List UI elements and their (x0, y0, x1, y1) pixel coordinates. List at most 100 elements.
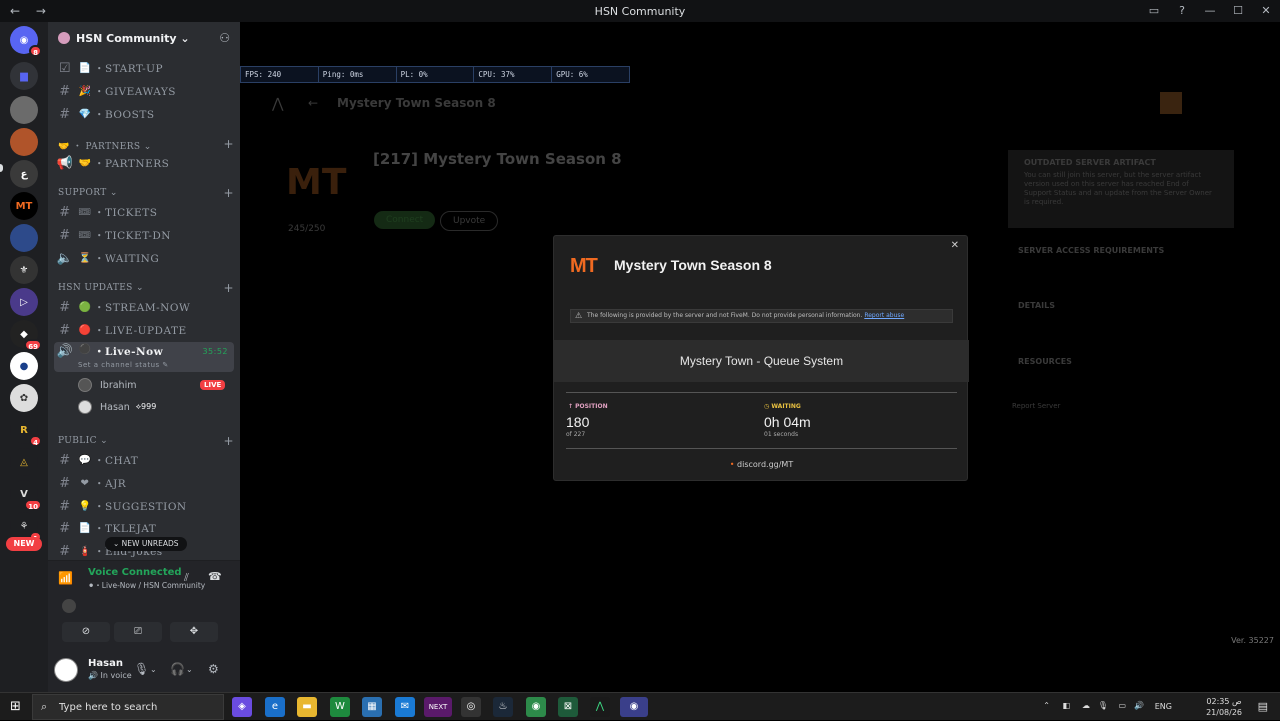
channel-waiting[interactable]: 🔈 ⏳ ・WAITING (54, 248, 234, 268)
category-partners[interactable]: 🤝 ・ PARTNERS ⌄ + (58, 137, 234, 152)
signal-icon[interactable]: 📶 (58, 571, 73, 585)
avatar[interactable] (62, 599, 76, 613)
store-icon[interactable]: ▦ (362, 697, 382, 717)
camera-button[interactable]: ⊘ (62, 622, 110, 642)
activities-button[interactable]: ✥ (170, 622, 218, 642)
guild-icon[interactable]: ⚘1 (10, 512, 42, 543)
category-hsn-updates[interactable]: HSN UPDATES ⌄ + (58, 281, 234, 295)
guild-icon[interactable]: ● (10, 352, 38, 380)
voice-user[interactable]: Ibrahim LIVE (78, 376, 226, 394)
chevron-down-icon[interactable]: ⌄ (186, 665, 193, 674)
close-button[interactable]: ✕ (1252, 0, 1280, 22)
app-icon[interactable]: W (330, 697, 350, 717)
discord-link[interactable]: • discord.gg/MT (554, 460, 969, 469)
outlook-icon[interactable]: ✉ (395, 697, 415, 717)
new-unreads-button[interactable]: ⌄ NEW UNREADS (105, 537, 187, 551)
discord-link-text[interactable]: discord.gg/MT (737, 460, 793, 469)
server-header[interactable]: HSN Community ⌄ ⚇ (48, 22, 240, 54)
language-indicator[interactable]: ENG (1155, 702, 1172, 711)
user-avatar[interactable] (54, 658, 78, 682)
add-channel-icon[interactable]: + (224, 434, 234, 448)
tray-chevron-icon[interactable]: ⌃ (1043, 701, 1050, 710)
guild-icon[interactable]: V 10 (10, 480, 42, 511)
chrome-icon[interactable]: ◉ (526, 697, 546, 717)
discord-home-icon[interactable]: ◉ 8 (10, 26, 42, 57)
notification-center-icon[interactable]: ▤ (1258, 700, 1268, 713)
screenshare-button[interactable]: ⎚ (114, 622, 162, 642)
noise-suppression-icon[interactable]: ⫽ (184, 571, 189, 585)
add-channel-icon[interactable]: + (224, 281, 234, 295)
guild-icon[interactable]: ▷ (10, 288, 38, 316)
gear-icon[interactable]: ⚙ (208, 662, 219, 676)
channel-stream-now[interactable]: # 🟢 ・STREAM-NOW (54, 297, 234, 317)
next-app-icon[interactable]: NEXT (424, 697, 452, 717)
maximize-button[interactable]: ☐ (1224, 0, 1252, 22)
volume-icon[interactable]: 🔊 (1134, 701, 1144, 710)
guild-icon[interactable]: ⚜ (10, 256, 38, 284)
guild-icon[interactable]: R4 (10, 416, 42, 447)
channel-chat[interactable]: # 💬 ・CHAT (54, 450, 234, 470)
clock[interactable]: 02:35 ص 21/08/26 (1206, 696, 1242, 718)
category-public[interactable]: PUBLIC ⌄ + (58, 434, 234, 448)
help-icon[interactable]: ? (1168, 0, 1196, 22)
disconnect-icon[interactable]: ☎ (208, 570, 222, 583)
bg-connect-button[interactable]: Connect (374, 211, 436, 229)
guild-icon[interactable] (10, 224, 38, 252)
steam-icon[interactable]: ♨ (493, 697, 513, 717)
inbox-icon[interactable]: ▭ (1140, 0, 1168, 22)
microphone-icon[interactable]: 🎙 (134, 662, 149, 676)
fivem-logo-icon[interactable]: ⋀ (272, 96, 283, 112)
edge-icon[interactable]: e (265, 697, 285, 717)
category-support[interactable]: SUPPORT ⌄ + (58, 186, 234, 200)
guild-icon[interactable] (10, 128, 38, 156)
folder-icon[interactable]: ▆ (10, 62, 38, 90)
voice-status[interactable]: Voice Connected (88, 567, 182, 578)
channel-giveaways[interactable]: # 🎉 ・GIVEAWAYS (54, 81, 234, 101)
discord-taskbar-icon[interactable]: ◉ (620, 697, 648, 717)
channel-ticket-dn[interactable]: # 🎟 ・TICKET-DN (54, 225, 234, 245)
taskbar-search[interactable]: ⌕ Type here to search (32, 694, 224, 720)
channel-suggestion[interactable]: # 💡 ・SUGGESTION (54, 496, 234, 516)
guild-icon[interactable]: ع (10, 160, 38, 188)
tray-app-icon[interactable]: ◧ (1062, 701, 1070, 710)
bg-upvote-button[interactable]: Upvote (440, 211, 499, 231)
hash-icon: # (59, 204, 71, 220)
user-name[interactable]: Hasan (88, 658, 123, 669)
copilot-icon[interactable]: ◈ (232, 697, 252, 717)
headphones-icon[interactable]: 🎧 (170, 662, 185, 676)
channel-start-up[interactable]: ☑ 📄 ・START-UP (54, 58, 234, 78)
chevron-down-icon[interactable]: ⌄ (150, 665, 157, 674)
guild-icon[interactable] (10, 96, 38, 124)
channel-tklejat[interactable]: # 📄 ・TKLEJAT (54, 518, 234, 538)
file-explorer-icon[interactable]: ▬ (297, 697, 317, 717)
guild-icon[interactable]: ◆ 69 (10, 320, 42, 351)
guild-icon[interactable]: ✿ (10, 384, 38, 412)
modal-close-button[interactable]: ✕ (951, 240, 959, 251)
channel-live-now[interactable]: 🔊 ⚫ ・Live-Now 35:52 Set a channel status ✎ (54, 342, 234, 372)
report-server-link[interactable]: Report Server (1012, 402, 1060, 410)
guild-icon[interactable]: ◬ (10, 448, 38, 476)
app-icon[interactable]: ◎ (461, 697, 481, 717)
mic-tray-icon[interactable]: 🎙 (1098, 701, 1108, 710)
back-arrow-icon[interactable]: ← (308, 96, 318, 110)
app-icon[interactable]: ⊠ (558, 697, 578, 717)
cloud-icon[interactable]: ☁ (1082, 701, 1090, 710)
windows-start-icon[interactable]: ⊞ (10, 699, 21, 714)
channel-live-update[interactable]: # 🔴 ・LIVE-UPDATE (54, 320, 234, 340)
network-icon[interactable]: ▭ (1118, 701, 1126, 710)
channel-status[interactable]: Set a channel status ✎ (78, 361, 169, 369)
app-icon[interactable]: ⋀ (590, 697, 610, 717)
minimize-button[interactable]: — (1196, 0, 1224, 22)
channel-boosts[interactable]: # 💎 ・BOOSTS (54, 104, 234, 124)
new-unreads-pill[interactable]: NEW (6, 537, 42, 551)
notification-icon[interactable] (1160, 92, 1182, 114)
channel-tickets[interactable]: # 🎟 ・TICKETS (54, 202, 234, 222)
channel-partners[interactable]: 📢 🤝 ・PARTNERS (54, 153, 234, 173)
invite-icon[interactable]: ⚇ (219, 31, 230, 45)
add-channel-icon[interactable]: + (224, 186, 234, 200)
add-channel-icon[interactable]: + (224, 137, 234, 151)
channel-ajr[interactable]: # ❤ ・AJR (54, 473, 234, 493)
mt-guild-icon[interactable]: MT (10, 192, 38, 220)
voice-user[interactable]: Hasan ⟡999 (78, 398, 156, 416)
report-abuse-link[interactable]: Report abuse (864, 312, 904, 319)
